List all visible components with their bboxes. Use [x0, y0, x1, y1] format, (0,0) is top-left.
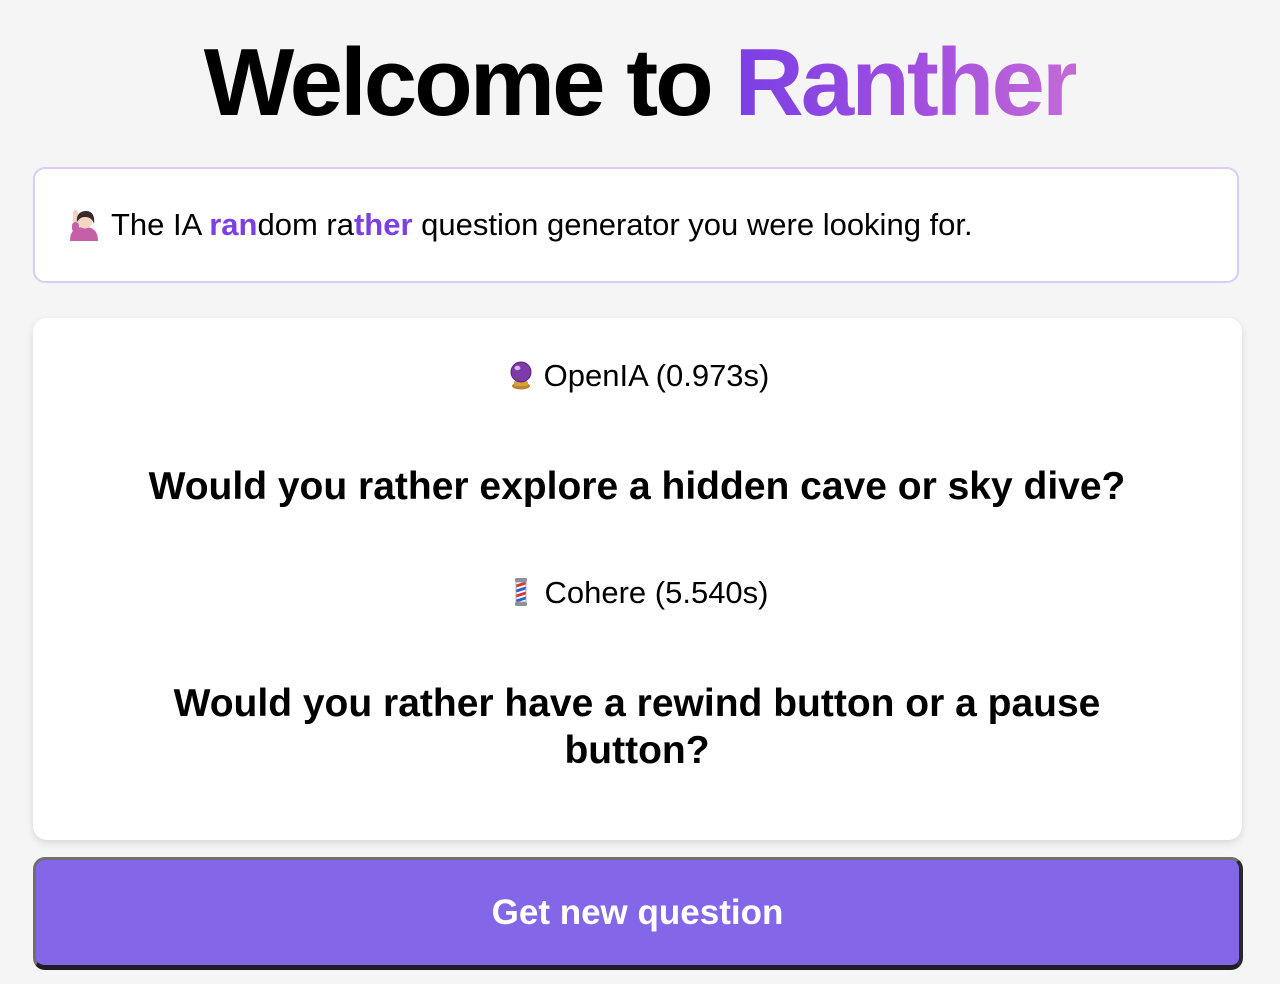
question-text-openia: Would you rather explore a hidden cave o…: [148, 465, 1126, 508]
get-new-question-button[interactable]: Get new question: [33, 857, 1243, 970]
tagline-highlight-ran: ran: [209, 207, 258, 242]
page: Welcome to Ranther The IA random rather …: [0, 0, 1280, 984]
title-prefix: Welcome to: [203, 29, 735, 136]
provider-label-cohere: Cohere (5.540s): [33, 573, 1242, 613]
barber-pole-icon: [506, 577, 536, 607]
provider-name: OpenIA (0.973s): [543, 358, 770, 393]
page-title: Welcome to Ranther: [0, 28, 1280, 138]
tagline-box: The IA random rather question generator …: [33, 167, 1239, 283]
provider-label-openia: OpenIA (0.973s): [33, 356, 1242, 396]
brand-name: Ranther: [734, 29, 1079, 136]
provider-name: Cohere (5.540s): [544, 575, 769, 610]
question-text-cohere: Would you rather have a rewind button or…: [173, 682, 1101, 772]
results-card: OpenIA (0.973s) Would you rather explore…: [33, 318, 1242, 840]
tagline-text: The IA random rather question generator …: [111, 207, 973, 242]
tagline-highlight-ther: ther: [353, 207, 413, 242]
person-raising-hand-icon: [67, 208, 101, 242]
crystal-ball-icon: [506, 360, 536, 390]
